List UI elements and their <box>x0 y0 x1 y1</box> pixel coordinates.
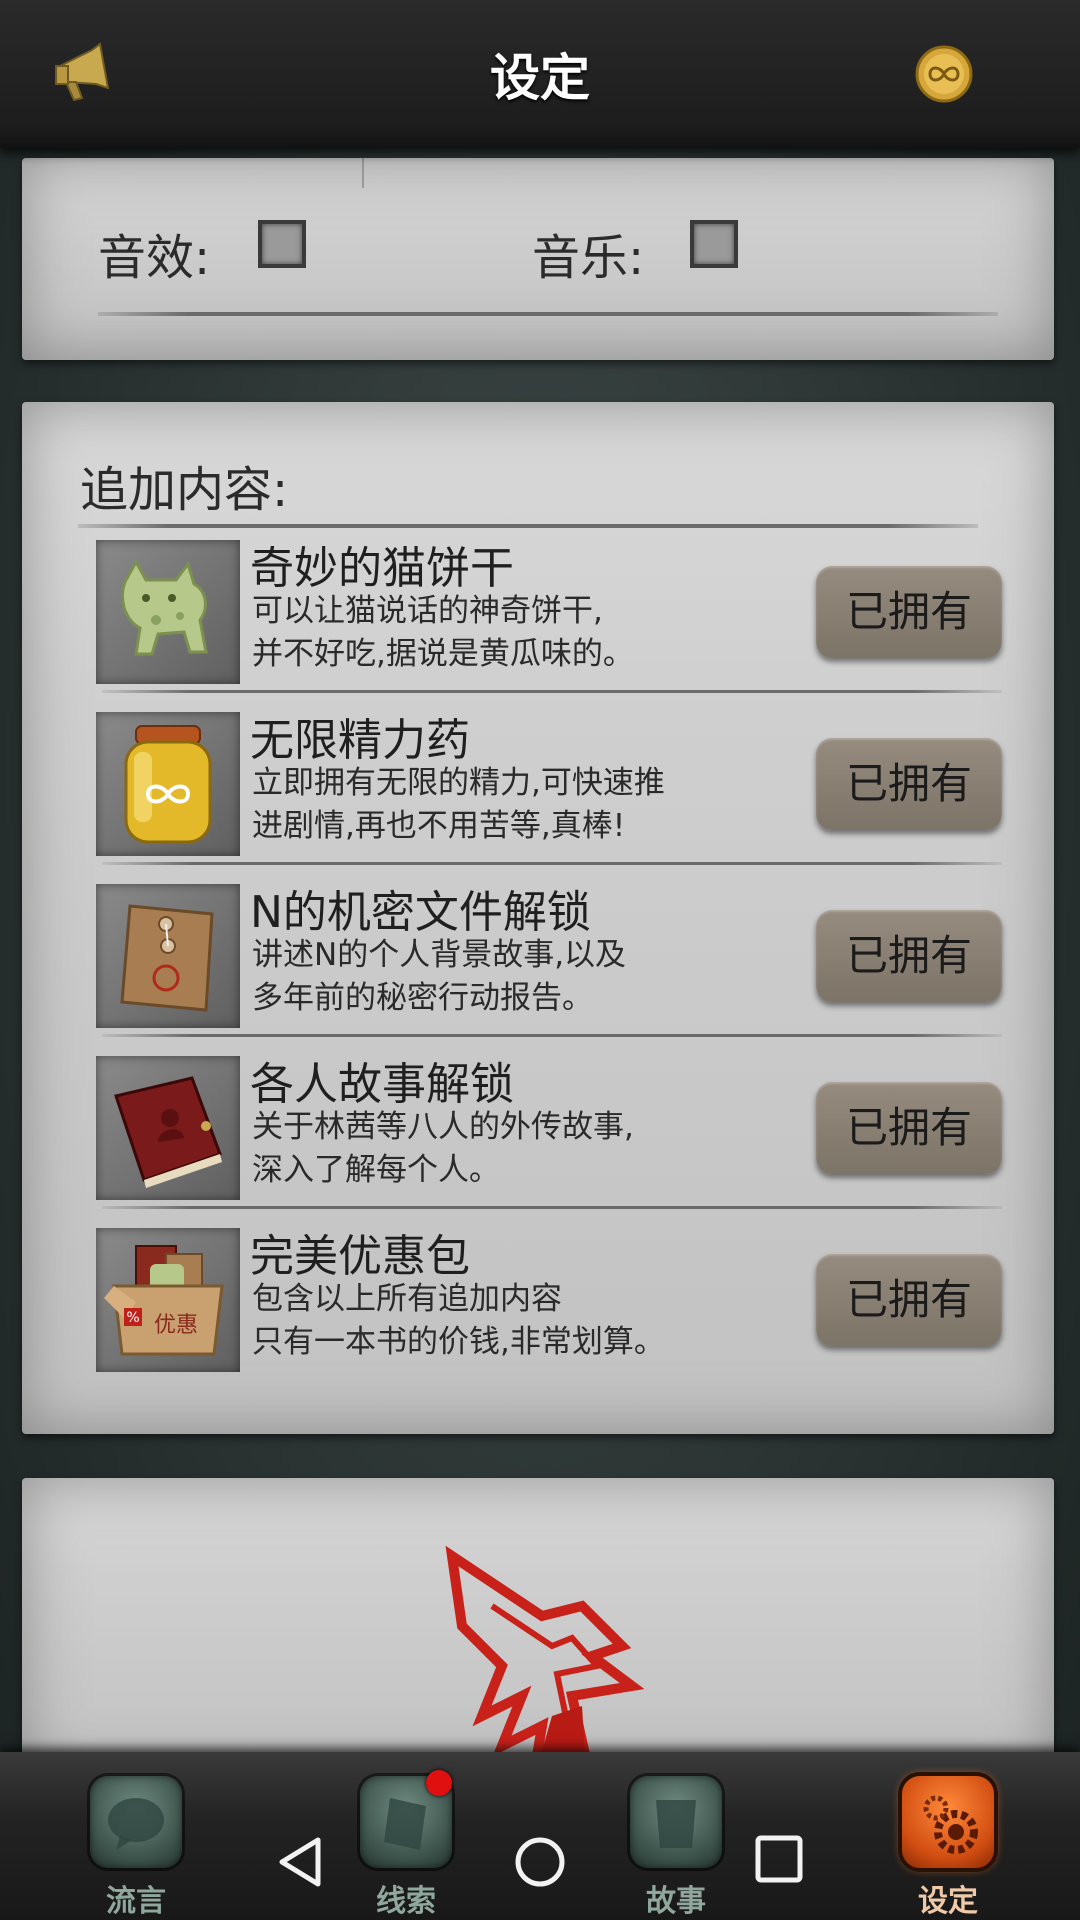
item-description: 立即拥有无限的精力,可快速推 进剧情,再也不用苦等,真棒! <box>252 765 665 844</box>
tab-label: 故事 <box>646 1884 706 1919</box>
tab-label: 线索 <box>376 1884 436 1919</box>
item-divider <box>102 862 1002 865</box>
notification-badge <box>426 1770 452 1796</box>
music-label: 音乐: <box>532 230 645 286</box>
sound-effects-label: 音效: <box>98 230 211 286</box>
item-name: 奇妙的猫饼干 <box>250 543 514 594</box>
extras-divider <box>78 524 978 528</box>
owned-button[interactable]: 已拥有 <box>816 566 1002 658</box>
item-divider <box>102 1206 1002 1209</box>
bundle-box-icon: % 优惠 <box>96 1228 240 1372</box>
extra-item-cat-cookie: 奇妙的猫饼干 可以让猫说话的神奇饼干, 并不好吃,据说是黄瓜味的。 已拥有 <box>96 532 1008 693</box>
red-book-icon <box>96 1056 240 1200</box>
cat-cookie-icon <box>96 540 240 684</box>
music-checkbox[interactable] <box>690 220 738 268</box>
extras-title: 追加内容: <box>80 462 289 518</box>
item-divider <box>102 1034 1002 1037</box>
recent-apps-icon[interactable] <box>754 1834 804 1884</box>
top-bar: 设定 <box>0 0 1080 148</box>
item-description: 包含以上所有追加内容 只有一本书的价钱,非常划算。 <box>252 1281 665 1360</box>
extra-item-bundle: % 优惠 完美优惠包 包含以上所有追加内容 只有一本书的价钱,非常划算。 已拥有 <box>96 1220 1008 1372</box>
sound-effects-checkbox[interactable] <box>258 220 306 268</box>
tab-clues[interactable]: 线索 <box>356 1770 456 1919</box>
extras-panel: 追加内容: 奇妙的猫饼干 可以让猫说话的神奇饼干, 并不好吃,据说是黄瓜味的。 … <box>22 402 1054 1434</box>
story-book-icon <box>630 1776 722 1868</box>
secret-envelope-icon <box>96 884 240 1028</box>
owned-button[interactable]: 已拥有 <box>816 910 1002 1002</box>
settings-panel: 音效: 音乐: <box>22 158 1054 360</box>
tab-story[interactable]: 故事 <box>626 1776 726 1919</box>
item-name: N的机密文件解锁 <box>250 887 591 938</box>
item-divider <box>102 690 1002 693</box>
extra-item-energy-potion: 无限精力药 立即拥有无限的精力,可快速推 进剧情,再也不用苦等,真棒! 已拥有 <box>96 704 1008 865</box>
extra-item-secret-file: N的机密文件解锁 讲述N的个人背景故事,以及 多年前的秘密行动报告。 已拥有 <box>96 876 1008 1037</box>
energy-potion-jar-icon <box>96 712 240 856</box>
item-name: 无限精力药 <box>250 715 470 766</box>
item-description: 讲述N的个人背景故事,以及 多年前的秘密行动报告。 <box>252 937 627 1016</box>
tab-label: 流言 <box>106 1884 166 1919</box>
settings-gear-icon <box>902 1776 994 1868</box>
extra-item-personal-stories: 各人故事解锁 关于林茜等八人的外传故事, 深入了解每个人。 已拥有 <box>96 1048 1008 1209</box>
item-description: 关于林茜等八人的外传故事, 深入了解每个人。 <box>252 1109 634 1188</box>
tab-label: 设定 <box>918 1884 978 1919</box>
owned-button[interactable]: 已拥有 <box>816 1254 1002 1346</box>
item-name: 各人故事解锁 <box>250 1059 514 1110</box>
bundle-discount-text: 优惠 <box>154 1313 198 1338</box>
paper-crease <box>362 158 364 188</box>
owned-button[interactable]: 已拥有 <box>816 1082 1002 1174</box>
infinity-coin-icon[interactable] <box>914 44 974 104</box>
back-icon[interactable] <box>274 1834 328 1890</box>
home-icon[interactable] <box>512 1834 568 1890</box>
red-wolf-logo-icon <box>445 1546 645 1786</box>
item-description: 可以让猫说话的神奇饼干, 并不好吃,据说是黄瓜味的。 <box>252 593 634 672</box>
rumor-chat-icon <box>90 1776 182 1868</box>
tab-rumors[interactable]: 流言 <box>86 1776 186 1919</box>
logo-panel <box>22 1478 1054 1786</box>
bundle-percent-text: % <box>126 1310 139 1326</box>
item-name: 完美优惠包 <box>250 1231 470 1282</box>
owned-button[interactable]: 已拥有 <box>816 738 1002 830</box>
tab-settings[interactable]: 设定 <box>898 1776 998 1919</box>
settings-divider <box>98 312 998 316</box>
